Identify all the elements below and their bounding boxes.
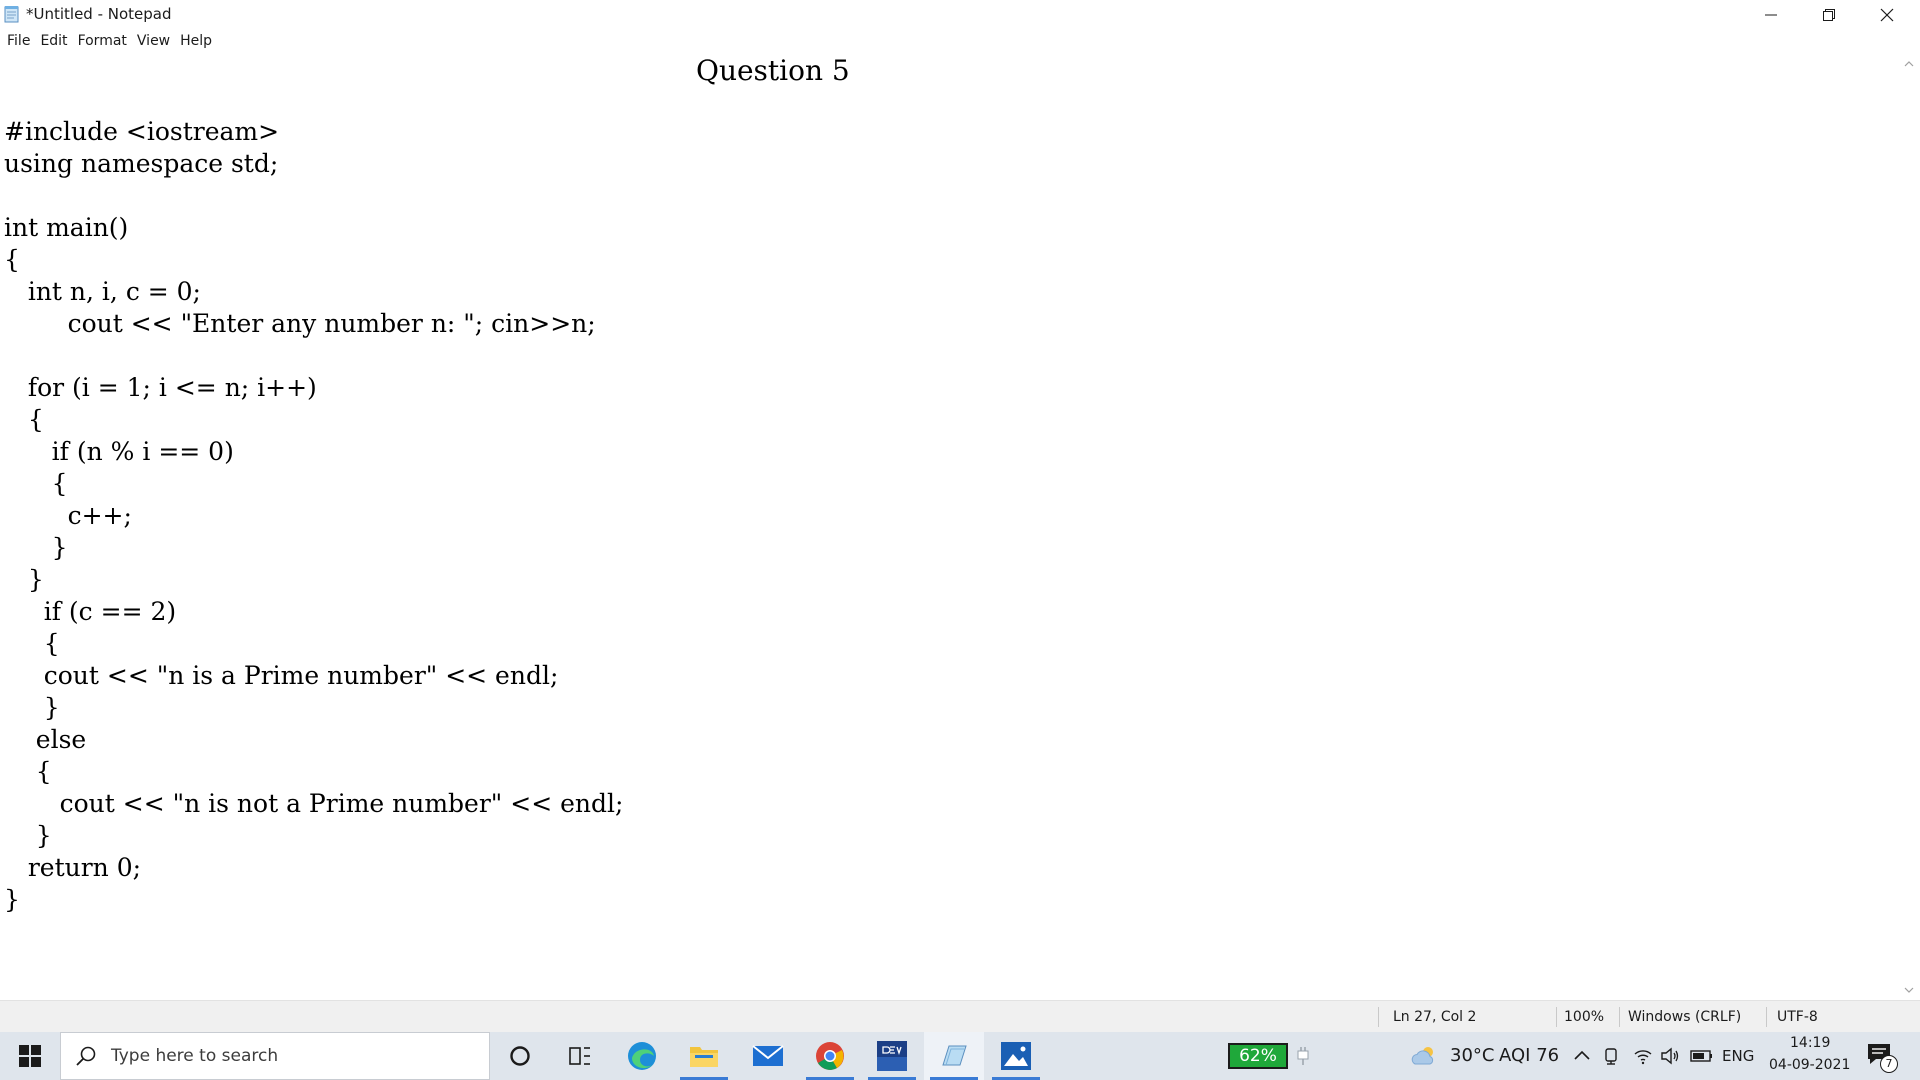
code-line: if (c == 2) — [4, 597, 177, 626]
devcpp-icon — [877, 1041, 907, 1071]
devcpp-button[interactable] — [862, 1032, 922, 1080]
notification-count-badge: 7 — [1880, 1055, 1898, 1073]
code-line: { — [4, 757, 52, 786]
scroll-down-icon[interactable] — [1903, 984, 1915, 996]
task-view-icon — [569, 1047, 590, 1065]
code-line: } — [4, 693, 60, 722]
code-line: int main() — [4, 213, 129, 242]
meet-now-icon[interactable] — [1602, 1046, 1622, 1066]
language-indicator[interactable]: ENG — [1722, 1047, 1754, 1065]
code-line: int n, i, c = 0; — [4, 277, 201, 306]
search-icon — [76, 1046, 96, 1066]
chrome-icon — [816, 1042, 844, 1070]
notification-center-button[interactable]: 7 — [1866, 1040, 1906, 1074]
code-line: } — [4, 885, 20, 914]
clock-time[interactable]: 14:19 — [1790, 1035, 1830, 1051]
notepad-app-icon — [4, 6, 19, 23]
zoom-level: 100% — [1564, 1009, 1605, 1025]
code-line: if (n % i == 0) — [4, 437, 234, 466]
document-heading: Question 5 — [696, 54, 850, 87]
minimize-icon — [1765, 14, 1777, 15]
code-line: } — [4, 565, 44, 594]
restore-icon — [1823, 8, 1835, 21]
status-divider — [1556, 1007, 1557, 1027]
title-bar: *Untitled - Notepad — [0, 0, 1920, 29]
taskbar: Type here to search 62% 30°C AQI 76 ENG … — [0, 1032, 1920, 1080]
status-divider — [1378, 1007, 1379, 1027]
menu-edit[interactable]: Edit — [35, 29, 72, 54]
code-line: cout << "Enter any number n: "; cin>>n; — [4, 309, 596, 338]
volume-icon[interactable] — [1660, 1046, 1680, 1066]
menu-file[interactable]: File — [2, 29, 35, 54]
wifi-icon[interactable] — [1633, 1046, 1653, 1066]
notepad-icon — [942, 1045, 967, 1066]
status-divider — [1766, 1007, 1767, 1027]
clock-date[interactable]: 04-09-2021 — [1769, 1057, 1850, 1073]
cortana-button[interactable] — [490, 1032, 550, 1080]
photos-button[interactable] — [986, 1032, 1046, 1080]
weather-temperature[interactable]: 30°C — [1450, 1045, 1494, 1066]
text-editor[interactable]: Question 5 #include <iostream> using nam… — [0, 54, 1898, 1000]
mail-button[interactable] — [738, 1032, 798, 1080]
weather-aqi[interactable]: AQI 76 — [1499, 1045, 1559, 1066]
code-line: { — [4, 469, 68, 498]
code-line: #include <iostream> — [4, 117, 280, 146]
code-line: for (i = 1; i <= n; i++) — [4, 373, 317, 402]
battery-icon[interactable] — [1690, 1046, 1714, 1066]
mail-icon — [752, 1045, 784, 1066]
menu-bar: File Edit Format View Help — [0, 29, 1920, 54]
code-line: cout << "n is not a Prime number" << end… — [4, 789, 624, 818]
plug-icon — [1297, 1047, 1309, 1065]
menu-help[interactable]: Help — [175, 29, 217, 54]
scroll-up-icon[interactable] — [1903, 58, 1915, 70]
code-line: } — [4, 821, 52, 850]
code-line: c++; — [4, 501, 132, 530]
line-ending: Windows (CRLF) — [1628, 1009, 1742, 1025]
code-line: return 0; — [4, 853, 142, 882]
photos-icon — [1001, 1042, 1031, 1070]
code-line: } — [4, 533, 68, 562]
edge-button[interactable] — [612, 1032, 672, 1080]
edge-icon — [628, 1042, 656, 1070]
search-placeholder: Type here to search — [111, 1046, 279, 1066]
code-line: else — [4, 725, 87, 754]
battery-percent-badge[interactable]: 62% — [1228, 1043, 1288, 1069]
code-line: { — [4, 245, 20, 274]
chrome-button[interactable] — [800, 1032, 860, 1080]
vertical-scrollbar[interactable] — [1898, 54, 1920, 1000]
encoding: UTF-8 — [1777, 1009, 1818, 1025]
chevron-up-icon[interactable] — [1572, 1046, 1592, 1066]
status-divider — [1619, 1007, 1620, 1027]
file-explorer-icon — [690, 1047, 718, 1067]
task-view-button[interactable] — [550, 1032, 610, 1080]
cursor-position: Ln 27, Col 2 — [1393, 1009, 1477, 1025]
close-button[interactable] — [1858, 0, 1916, 29]
notepad-taskbar-button[interactable] — [924, 1032, 984, 1080]
menu-format[interactable]: Format — [73, 29, 132, 54]
code-line: cout << "n is a Prime number" << endl; — [4, 661, 559, 690]
windows-logo-icon — [19, 1045, 41, 1067]
code-line: { — [4, 405, 44, 434]
close-icon — [1880, 8, 1894, 21]
restore-button[interactable] — [1800, 0, 1858, 29]
status-bar: Ln 27, Col 2 100% Windows (CRLF) UTF-8 — [0, 1000, 1920, 1032]
weather-cloud-icon[interactable] — [1410, 1044, 1438, 1068]
file-explorer-button[interactable] — [674, 1032, 734, 1080]
code-line: { — [4, 629, 60, 658]
menu-view[interactable]: View — [132, 29, 175, 54]
cortana-icon — [510, 1046, 530, 1066]
code-line: using namespace std; — [4, 149, 279, 178]
minimize-button[interactable] — [1742, 0, 1800, 29]
window-title: *Untitled - Notepad — [26, 5, 172, 23]
taskbar-search[interactable]: Type here to search — [60, 1032, 490, 1080]
start-button[interactable] — [0, 1032, 60, 1080]
